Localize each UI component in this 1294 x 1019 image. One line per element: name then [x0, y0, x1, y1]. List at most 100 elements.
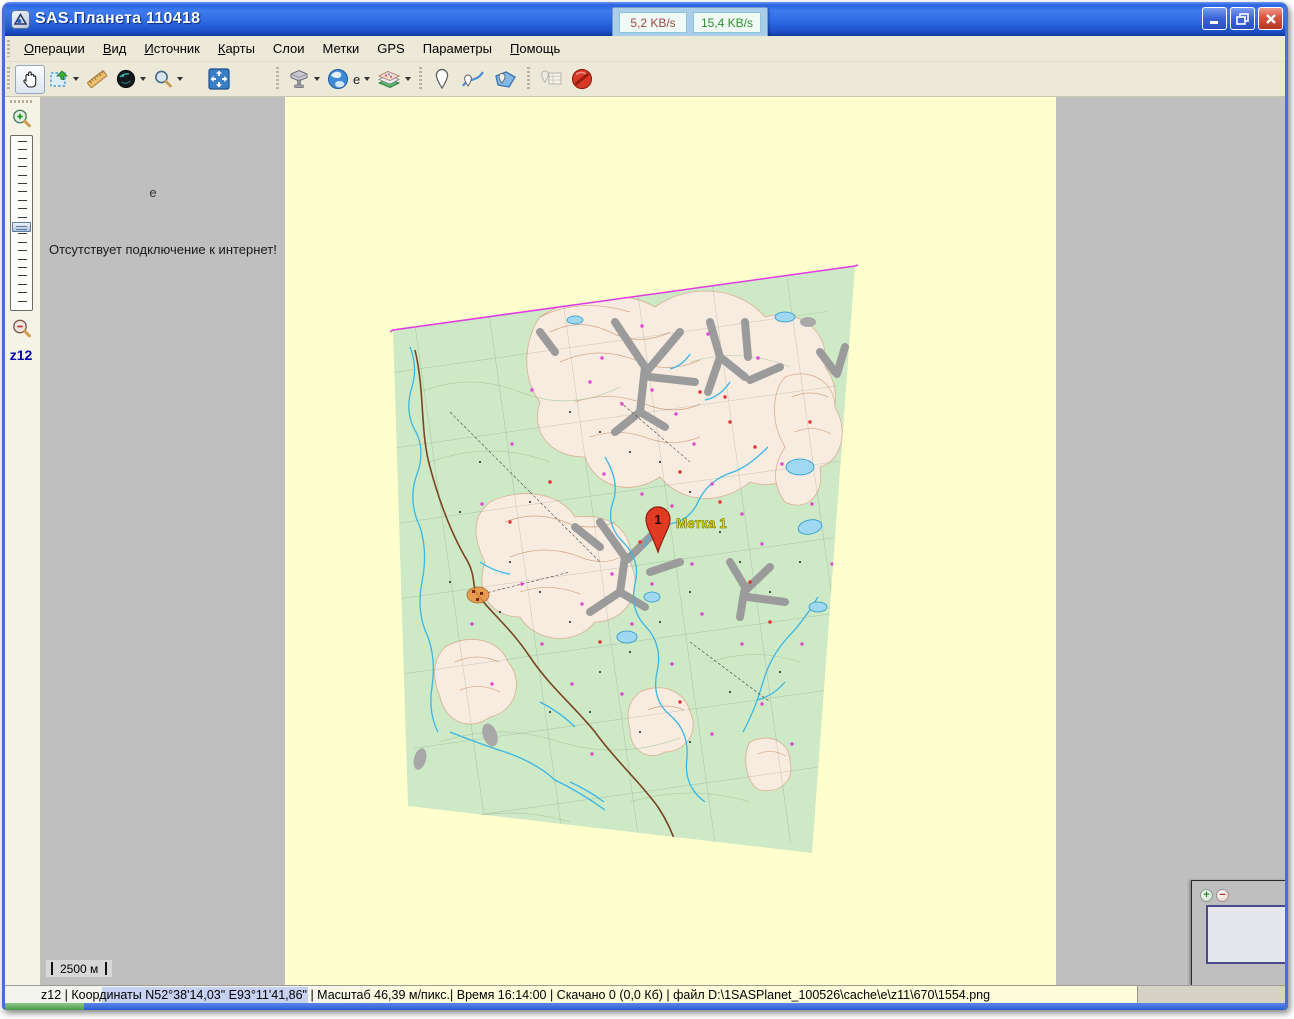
zoom-slider-tick: [18, 217, 27, 218]
zoom-slider-tick: [18, 158, 27, 159]
zoom-panel: z12: [2, 97, 41, 985]
zoom-out-button[interactable]: [10, 317, 34, 341]
add-placemark-button[interactable]: [427, 65, 457, 94]
toolbar-gripper-1[interactable]: [7, 67, 10, 91]
zoom-slider-handle[interactable]: [12, 222, 31, 232]
menu-bar: ОперацииВидИсточникКартыСлоиМеткиGPSПара…: [2, 36, 1288, 62]
progress-segment: [2, 1003, 84, 1010]
download-speed-value: 5,2 KB/s: [619, 12, 687, 33]
tile-source-label: e: [141, 185, 165, 200]
selection-zone-icon: [48, 68, 70, 90]
zoom-out-icon: [10, 317, 34, 341]
download-dropdown-caret[interactable]: [314, 77, 320, 81]
menu-item[interactable]: Помощь: [501, 38, 569, 59]
zoom-slider-tick: [18, 242, 27, 243]
ruler-icon: [85, 68, 109, 90]
ruler-tool-button[interactable]: [82, 65, 112, 94]
client-area: z12 e Отсутствует подключение к интернет…: [2, 97, 1288, 985]
download-manager-button[interactable]: [284, 65, 323, 94]
delete-placemark-button[interactable]: [567, 65, 597, 94]
download-device-icon: [287, 68, 311, 90]
zoom-slider[interactable]: [10, 135, 33, 311]
zoom-slider-tick: [18, 275, 27, 276]
zoom-in-button[interactable]: [10, 107, 34, 131]
layers-dropdown-caret[interactable]: [405, 77, 411, 81]
dark-globe-icon: [115, 68, 137, 90]
minimap-viewport[interactable]: [1206, 905, 1288, 964]
scale-indicator: 2500 м: [46, 960, 112, 977]
speed-indicator-panel: 5,2 KB/s 15,4 KB/s: [612, 7, 768, 38]
layers-button[interactable]: [373, 65, 414, 94]
pan-tool-button[interactable]: [15, 65, 45, 94]
status-right-panel: [1137, 986, 1288, 1003]
map-view[interactable]: e Отсутствует подключение к интернет!: [41, 97, 1288, 985]
menu-item[interactable]: Источник: [135, 38, 209, 59]
zoom-slider-tick: [18, 259, 27, 260]
window-title: SAS.Планета 110418: [35, 10, 200, 28]
zoom-slider-tick: [18, 141, 27, 142]
minimap-zoom-in-button[interactable]: +: [1200, 889, 1213, 902]
block-icon: [570, 67, 594, 91]
app-icon: [11, 10, 30, 29]
hand-icon: [19, 68, 41, 90]
view-mode-dropdown-caret[interactable]: [140, 77, 146, 81]
magnifier-icon: [152, 68, 174, 90]
zoom-in-icon: [10, 107, 34, 131]
scale-label: 2500 м: [53, 962, 105, 976]
overview-map-panel: + −: [1191, 880, 1288, 985]
placemark-number: 1: [654, 512, 661, 527]
map-view-mode-button[interactable]: [112, 65, 149, 94]
polygon-tool-icon: [492, 67, 518, 91]
layers-icon: [376, 67, 402, 91]
zoom-dropdown-caret[interactable]: [177, 77, 183, 81]
source-dropdown-caret[interactable]: [364, 77, 370, 81]
zoom-tool-button[interactable]: [149, 65, 186, 94]
menu-item[interactable]: Карты: [209, 38, 264, 59]
toolbar-gripper-2[interactable]: [276, 67, 279, 91]
restore-button[interactable]: [1230, 7, 1255, 30]
toolbar-gripper-3[interactable]: [419, 67, 422, 91]
desktop: SAS.Планета 110418 5,2 KB/s 15,4 KB/s Оп…: [0, 0, 1294, 1019]
menu-item[interactable]: Параметры: [414, 38, 501, 59]
zoom-slider-tick: [18, 175, 27, 176]
placemark-manager-button[interactable]: [535, 65, 567, 94]
placemark-list-icon: [538, 67, 564, 91]
zoom-slider-tick: [18, 301, 27, 302]
close-button[interactable]: [1258, 7, 1283, 30]
selection-dropdown-caret[interactable]: [73, 77, 79, 81]
topographic-map-image[interactable]: 1 Метка 1: [390, 262, 860, 862]
menu-item[interactable]: Вид: [94, 38, 136, 59]
zoom-slider-tick: [18, 149, 27, 150]
bottom-progress-strip: [2, 1003, 1288, 1010]
active-source-letter: e: [352, 72, 361, 87]
zoom-slider-tick: [18, 250, 27, 251]
placemark-pin-icon: [431, 67, 453, 91]
fullscreen-button[interactable]: [204, 65, 234, 94]
menu-item[interactable]: Слои: [264, 38, 314, 59]
map-source-button[interactable]: e: [323, 65, 373, 94]
zoom-slider-tick: [18, 191, 27, 192]
add-polygon-button[interactable]: [489, 65, 521, 94]
zoom-slider-tick: [18, 267, 27, 268]
menu-item[interactable]: Операции: [15, 38, 94, 59]
placemark-label: Метка 1: [676, 516, 727, 531]
minimize-button[interactable]: [1202, 7, 1227, 30]
title-bar[interactable]: SAS.Планета 110418 5,2 KB/s 15,4 KB/s: [2, 2, 1288, 36]
menu-gripper[interactable]: [7, 40, 10, 58]
menu-item[interactable]: Метки: [314, 38, 369, 59]
main-toolbar: e: [2, 62, 1288, 97]
menu-item[interactable]: GPS: [368, 38, 413, 59]
status-bar: z12 | Координаты N52°38'14,03" E93°11'41…: [2, 985, 1288, 1003]
zoom-slider-tick: [18, 233, 27, 234]
zoom-slider-tick: [18, 183, 27, 184]
selection-zone-button[interactable]: [45, 65, 82, 94]
toolbar-gripper-4[interactable]: [527, 67, 530, 91]
app-window: SAS.Планета 110418 5,2 KB/s 15,4 KB/s Оп…: [2, 2, 1288, 1010]
add-path-button[interactable]: [457, 65, 489, 94]
zoom-slider-tick: [18, 284, 27, 285]
scale-right-tick: [105, 962, 107, 975]
minimap-zoom-out-button[interactable]: −: [1216, 889, 1229, 902]
zoom-slider-tick: [18, 208, 27, 209]
status-text: z12 | Координаты N52°38'14,03" E93°11'41…: [41, 988, 990, 1002]
zoom-panel-gripper[interactable]: [10, 100, 34, 103]
